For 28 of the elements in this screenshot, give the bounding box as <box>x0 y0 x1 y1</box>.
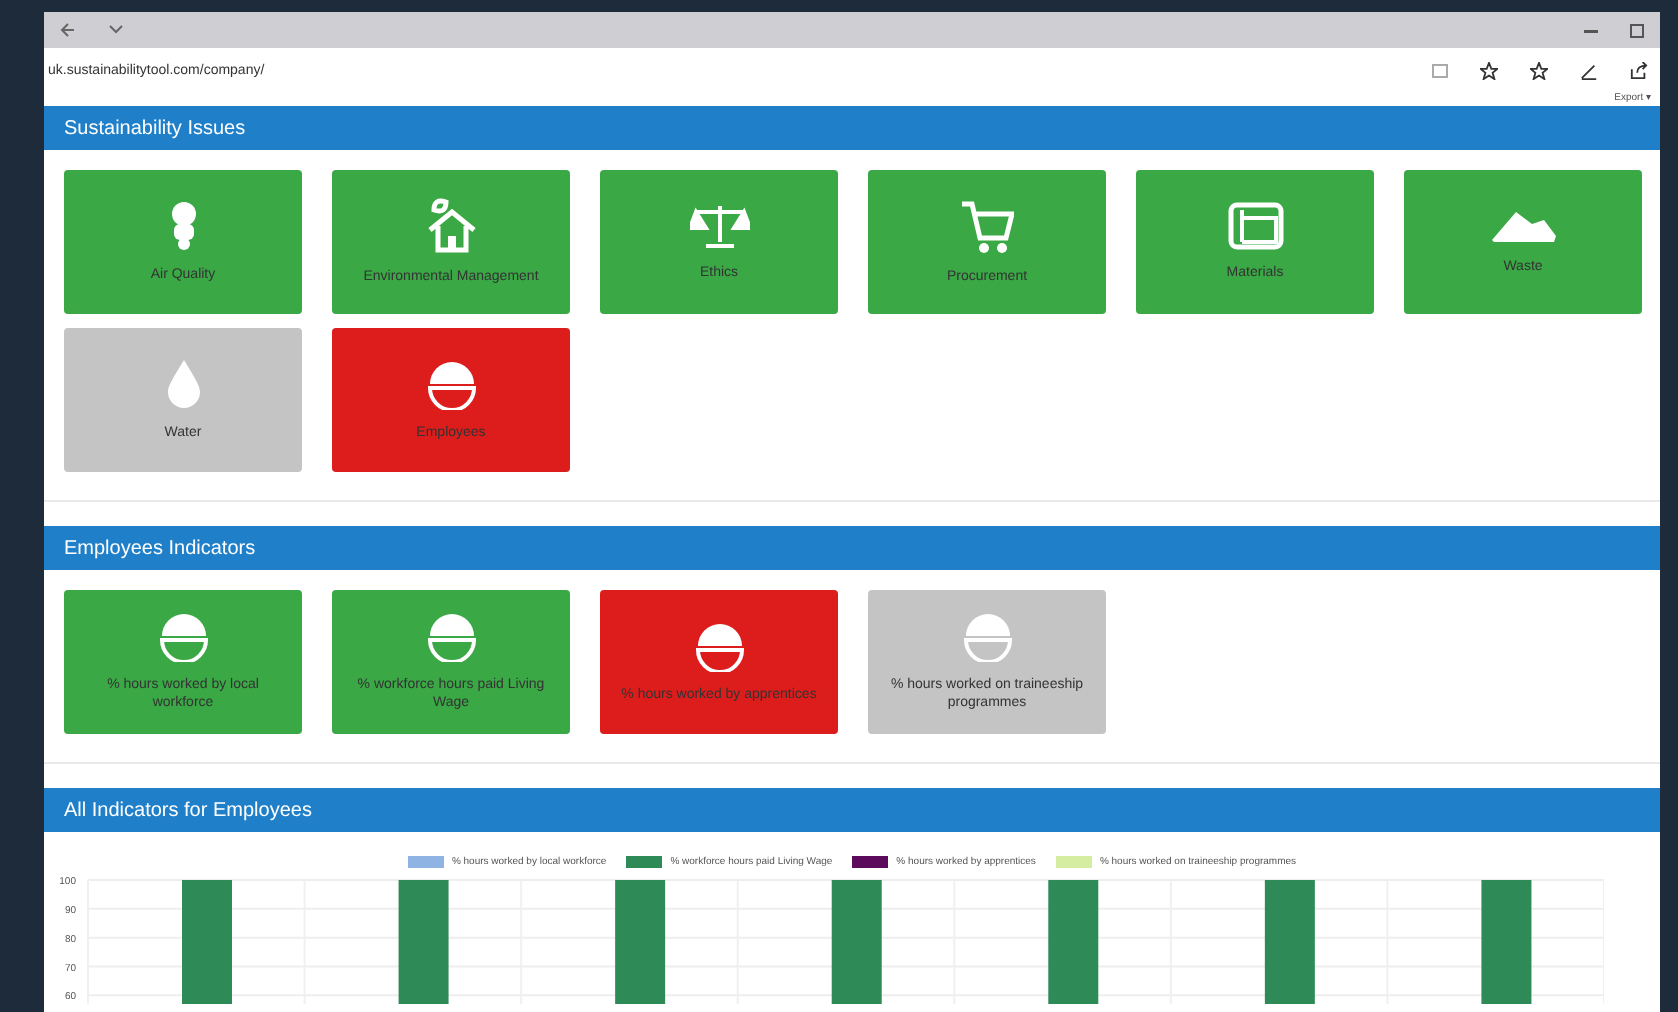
hard-hat-icon <box>425 357 477 410</box>
hard-hat-icon <box>961 610 1013 663</box>
sheets-icon <box>1227 201 1283 250</box>
hard-hat-icon <box>693 619 745 672</box>
chart-bar <box>615 880 666 1004</box>
hard-hat-icon <box>425 610 477 663</box>
section-header: Employees Indicators <box>44 526 1660 570</box>
hard-hat-icon <box>157 610 209 663</box>
section-header: Sustainability Issues <box>44 106 1660 150</box>
chart-bar <box>1481 880 1532 1004</box>
favorites-icon[interactable] <box>1530 61 1548 79</box>
chart-bar <box>182 880 232 1004</box>
water-drop-icon <box>165 357 201 410</box>
scales-icon <box>689 201 749 250</box>
house-leaf-icon <box>425 197 477 254</box>
back-arrow-icon[interactable] <box>60 22 76 38</box>
chart-bar <box>398 880 449 1004</box>
shopping-cart-icon <box>961 197 1013 254</box>
chart-bar <box>1264 880 1315 1004</box>
share-icon[interactable] <box>1630 61 1648 79</box>
minimize-icon[interactable] <box>1584 27 1598 33</box>
pen-icon[interactable] <box>1580 61 1598 79</box>
chart-bar <box>831 880 882 1004</box>
chart-bar <box>1048 880 1099 1004</box>
section-header: All Indicators for Employees <box>44 788 1660 832</box>
star-icon[interactable] <box>1480 61 1498 79</box>
chevron-down-icon[interactable] <box>108 24 124 36</box>
maximize-icon[interactable] <box>1630 23 1644 37</box>
